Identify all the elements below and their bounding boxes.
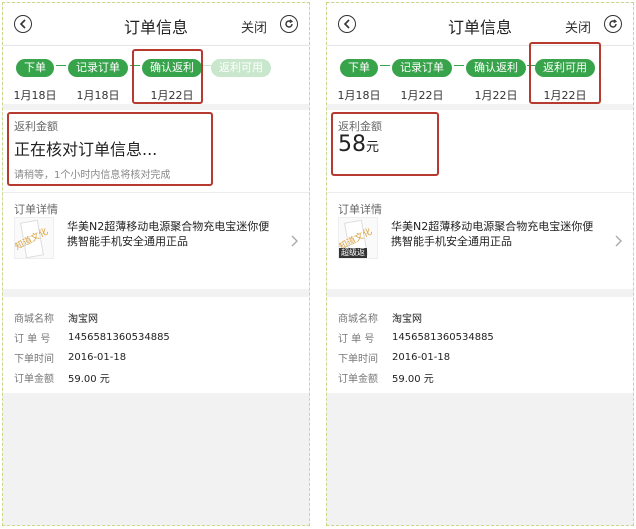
step-pill: 下单 <box>340 59 378 77</box>
info-label: 下单时间 <box>14 353 54 365</box>
step-pill: 下单 <box>16 59 54 77</box>
header: 订单信息 关闭 <box>327 3 633 45</box>
info-row-order-time: 下单时间 2016-01-18 <box>14 347 298 367</box>
order-info-screen-left: 订单信息 关闭 下单 1月18日 记录订单 1月18日 确认返利 1月22日 返… <box>2 2 310 526</box>
super-rebate-badge: 超级返 <box>339 248 367 258</box>
rebate-section: 返利金额 正在核对订单信息... 请稍等，1个小时内信息将核对完成 <box>3 110 309 192</box>
info-label: 订 单 号 <box>338 333 375 345</box>
step-date: 1月22日 <box>474 89 518 102</box>
order-info-list: 商城名称 淘宝网 订 单 号 1456581360534885 下单时间 201… <box>3 297 309 393</box>
step-order-placed: 下单 1月18日 <box>3 56 67 103</box>
product-thumbnail: 知道文化 <box>14 217 54 259</box>
order-progress: 下单 1月18日 记录订单 1月22日 确认返利 1月22日 返利可用 1月22… <box>327 42 633 104</box>
step-date: 1月18日 <box>337 89 381 102</box>
info-value: 2016-01-18 <box>68 351 127 363</box>
info-value: 1456581360534885 <box>68 331 170 343</box>
step-rebate-confirmed: 确认返利 1月22日 <box>464 56 528 103</box>
product-name: 华美N2超薄移动电源聚合物充电宝迷你便携智能手机安全通用正品 <box>67 220 270 248</box>
step-rebate-available: 返利可用 <box>209 56 273 87</box>
info-value: 淘宝网 <box>392 313 422 325</box>
info-row-order-amount: 订单金额 59.00 元 <box>338 367 622 387</box>
info-label: 商城名称 <box>338 313 378 325</box>
info-label: 订 单 号 <box>14 333 51 345</box>
step-date: 1月18日 <box>76 89 120 102</box>
info-row-store: 商城名称 淘宝网 <box>338 307 622 327</box>
refresh-button[interactable] <box>280 15 298 33</box>
step-pill: 记录订单 <box>68 59 128 77</box>
highlight-box <box>529 42 601 104</box>
detail-label: 订单详情 <box>338 203 382 216</box>
step-date: 1月22日 <box>400 89 444 102</box>
step-pill: 确认返利 <box>466 59 526 77</box>
close-button[interactable]: 关闭 <box>565 17 591 36</box>
info-value: 2016-01-18 <box>392 351 451 363</box>
info-row-store: 商城名称 淘宝网 <box>14 307 298 327</box>
info-label: 订单金额 <box>338 373 378 385</box>
refresh-icon <box>609 19 618 28</box>
product-thumbnail: 知道文化 超级返 <box>338 217 378 259</box>
order-detail[interactable]: 订单详情 知道文化 超级返 华美N2超薄移动电源聚合物充电宝迷你便携智能手机安全… <box>327 192 633 289</box>
step-order-recorded: 记录订单 1月18日 <box>66 56 130 103</box>
info-row-order-amount: 订单金额 59.00 元 <box>14 367 298 387</box>
step-pill: 返利可用 <box>211 59 271 77</box>
info-value: 1456581360534885 <box>392 331 494 343</box>
order-info-list: 商城名称 淘宝网 订 单 号 1456581360534885 下单时间 201… <box>327 297 633 393</box>
chevron-right-icon <box>291 235 298 247</box>
highlight-box <box>7 112 213 186</box>
info-value: 59.00 元 <box>392 373 434 385</box>
info-row-order-time: 下单时间 2016-01-18 <box>338 347 622 367</box>
step-pill: 记录订单 <box>392 59 452 77</box>
refresh-button[interactable] <box>604 15 622 33</box>
close-button[interactable]: 关闭 <box>241 17 267 36</box>
info-label: 商城名称 <box>14 313 54 325</box>
info-value: 59.00 元 <box>68 373 110 385</box>
order-detail[interactable]: 订单详情 知道文化 华美N2超薄移动电源聚合物充电宝迷你便携智能手机安全通用正品 <box>3 192 309 289</box>
step-connector <box>454 65 464 66</box>
order-progress: 下单 1月18日 记录订单 1月18日 确认返利 1月22日 返利可用 <box>3 45 309 104</box>
highlight-box <box>132 49 203 104</box>
chevron-right-icon <box>615 235 622 247</box>
step-order-recorded: 记录订单 1月22日 <box>390 56 454 103</box>
info-row-order-number: 订 单 号 1456581360534885 <box>338 327 622 347</box>
rebate-section: 返利金额 58元 <box>327 110 633 192</box>
order-info-screen-right: 订单信息 关闭 下单 1月18日 记录订单 1月22日 确认返利 1月22日 返… <box>326 2 634 526</box>
product-name: 华美N2超薄移动电源聚合物充电宝迷你便携智能手机安全通用正品 <box>391 220 594 248</box>
step-date: 1月18日 <box>13 89 57 102</box>
step-order-placed: 下单 1月18日 <box>327 56 391 103</box>
refresh-icon <box>285 19 294 28</box>
header: 订单信息 关闭 <box>3 3 309 45</box>
info-value: 淘宝网 <box>68 313 98 325</box>
detail-label: 订单详情 <box>14 203 58 216</box>
highlight-box <box>331 112 439 176</box>
info-label: 订单金额 <box>14 373 54 385</box>
info-label: 下单时间 <box>338 353 378 365</box>
info-row-order-number: 订 单 号 1456581360534885 <box>14 327 298 347</box>
